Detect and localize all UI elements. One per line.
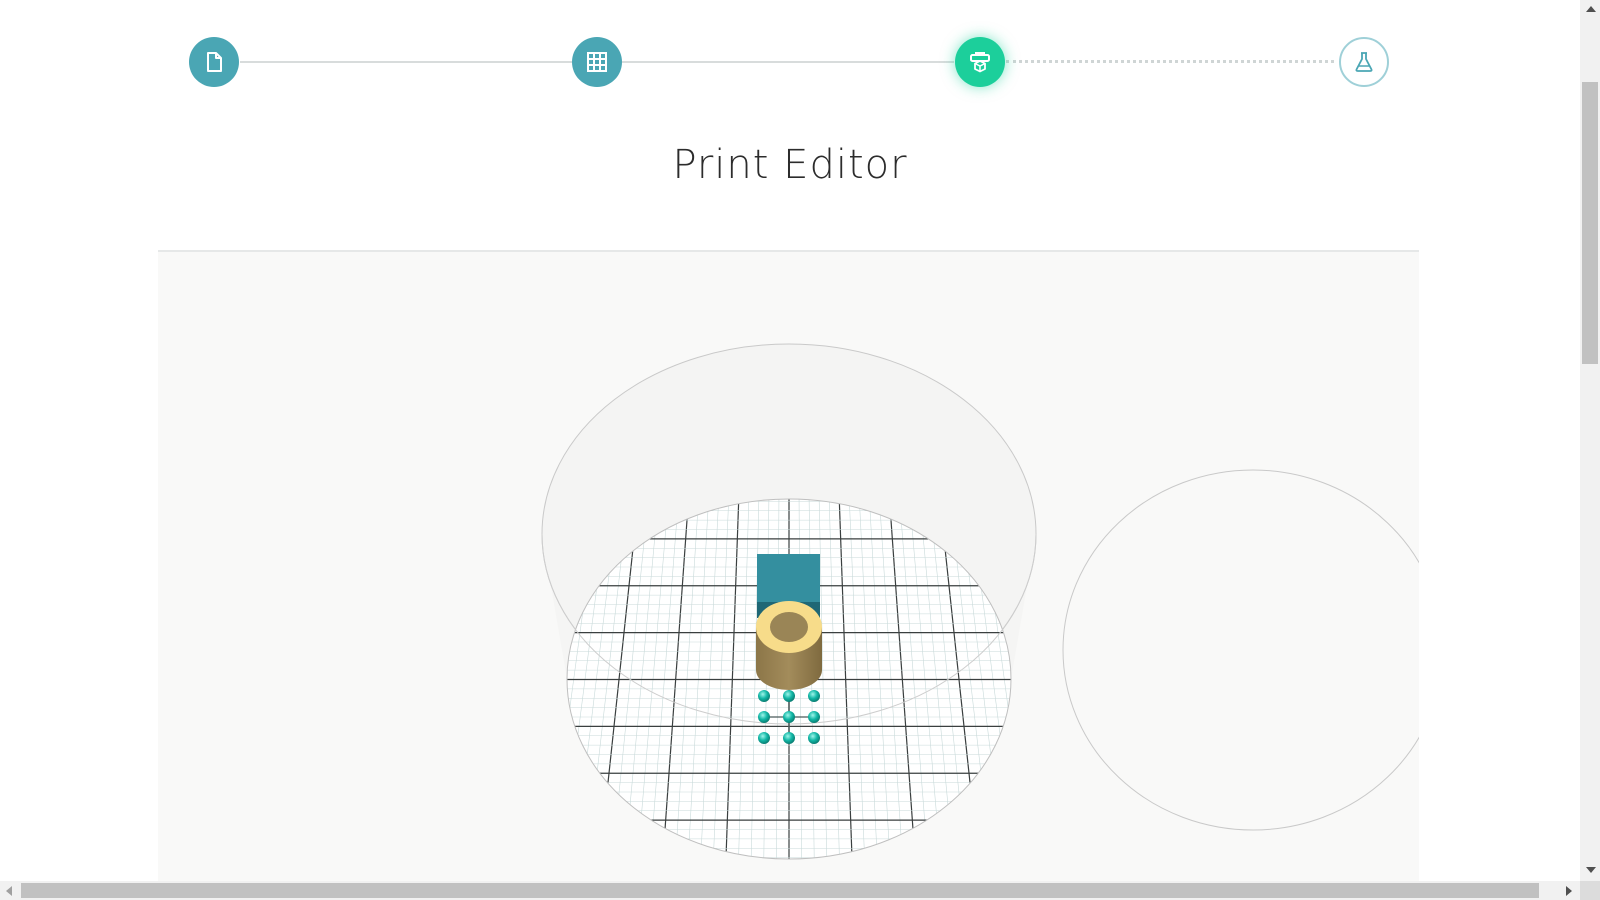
flask-icon <box>1355 52 1373 72</box>
step-grid[interactable] <box>572 37 622 87</box>
scroll-right-arrow-icon[interactable] <box>1566 886 1572 896</box>
3d-scene[interactable] <box>158 252 1419 881</box>
gizmo-handle[interactable] <box>783 711 795 723</box>
vertical-scroll-thumb[interactable] <box>1582 82 1598 364</box>
scroll-down-arrow-icon[interactable] <box>1586 867 1596 873</box>
print-editor-viewport[interactable] <box>158 250 1419 881</box>
scrollbar-corner <box>1580 881 1600 900</box>
stepper-connector-3 <box>1006 60 1334 63</box>
stepper-connector-1 <box>240 61 572 63</box>
file-icon <box>207 52 222 72</box>
step-file[interactable] <box>189 37 239 87</box>
page-title: Print Editor <box>672 142 908 188</box>
page: Print Editor <box>0 0 1580 881</box>
printer-cube-icon <box>970 52 990 73</box>
gizmo-handle[interactable] <box>783 732 795 744</box>
gizmo-handle[interactable] <box>758 690 770 702</box>
step-test[interactable] <box>1339 37 1389 87</box>
gizmo-handle[interactable] <box>783 690 795 702</box>
gizmo-handle[interactable] <box>758 732 770 744</box>
transform-gizmo[interactable] <box>758 690 820 744</box>
secondary-build-volume <box>1062 469 1419 831</box>
vertical-scrollbar[interactable] <box>1580 0 1600 881</box>
scroll-up-arrow-icon[interactable] <box>1586 6 1596 12</box>
horizontal-scrollbar[interactable] <box>0 881 1580 900</box>
gizmo-handle[interactable] <box>758 711 770 723</box>
progress-stepper <box>0 0 1580 120</box>
hollow-cylinder-model[interactable] <box>756 601 822 690</box>
grid-icon <box>587 52 607 72</box>
gizmo-handle[interactable] <box>808 690 820 702</box>
gizmo-handle[interactable] <box>808 732 820 744</box>
stepper-connector-2 <box>622 61 954 63</box>
gizmo-handle[interactable] <box>808 711 820 723</box>
horizontal-scroll-thumb[interactable] <box>21 883 1539 898</box>
step-print[interactable] <box>955 37 1005 87</box>
scroll-left-arrow-icon[interactable] <box>6 886 12 896</box>
